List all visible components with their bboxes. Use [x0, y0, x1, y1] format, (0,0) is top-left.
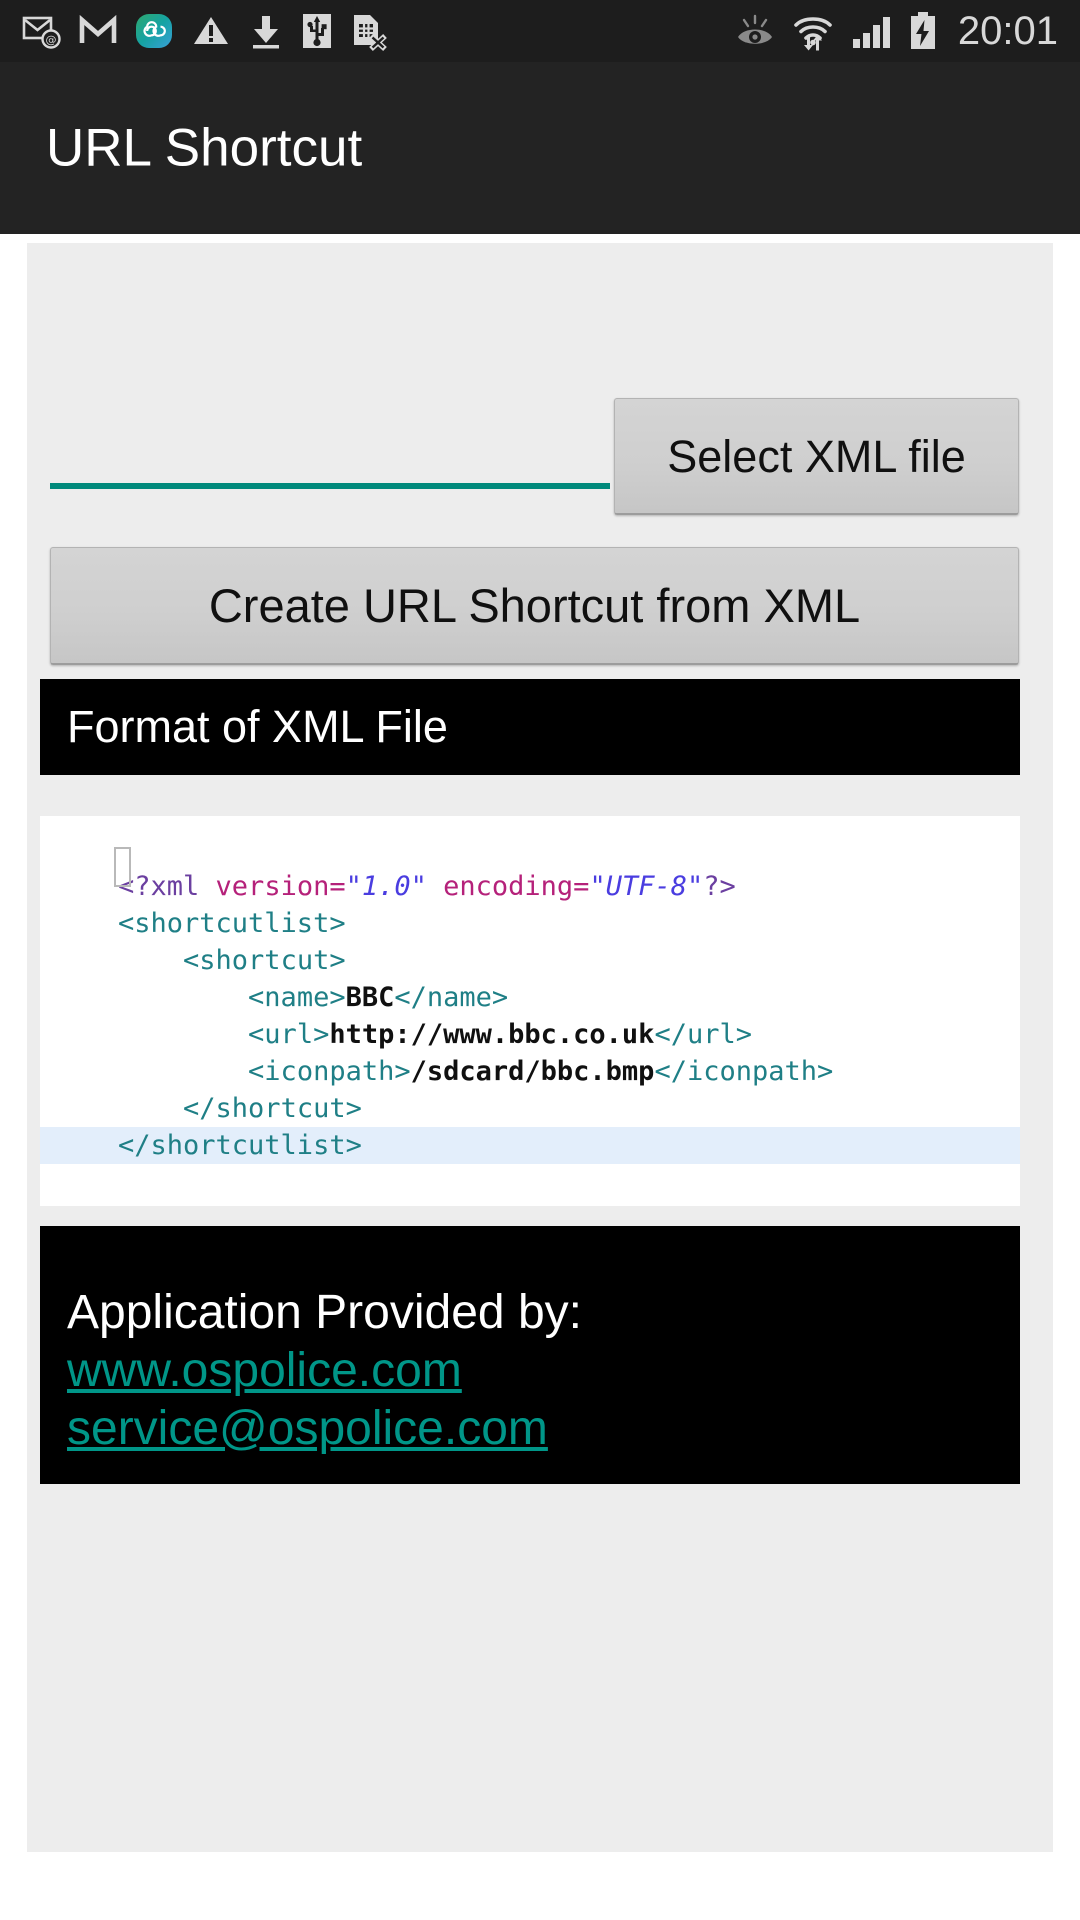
code-line: </shortcut>: [40, 1090, 1020, 1127]
code-token: version=: [215, 871, 346, 902]
content-panel: Select XML file Create URL Shortcut from…: [27, 243, 1053, 1852]
app-action-bar: URL Shortcut: [0, 62, 1080, 234]
status-bar-notification-icons: @: [22, 11, 388, 51]
code-token: </name>: [394, 982, 509, 1013]
code-token: http://www.bbc.co.uk: [329, 1019, 655, 1050]
code-token: </iconpath>: [654, 1056, 834, 1087]
format-section-header: Format of XML File: [40, 679, 1020, 775]
file-path-field-wrapper: [50, 421, 610, 495]
code-token: BBC: [345, 982, 395, 1013]
code-line: <?xml version="1.0" encoding="UTF-8"?>: [40, 868, 1020, 905]
code-line: <shortcut>: [40, 942, 1020, 979]
code-fold-marker-icon[interactable]: [114, 847, 131, 887]
code-line: <shortcutlist>: [40, 905, 1020, 942]
code-token: <url>: [248, 1019, 330, 1050]
code-token: "1.0": [345, 871, 427, 902]
cellular-signal-icon: [852, 17, 890, 48]
code-token: <shortcutlist>: [118, 908, 346, 939]
provider-website-link[interactable]: www.ospolice.com: [67, 1342, 462, 1400]
provider-email-link[interactable]: service@ospolice.com: [67, 1400, 548, 1458]
status-bar-clock: 20:01: [957, 9, 1058, 53]
file-path-input[interactable]: [50, 421, 610, 489]
page-title: URL Shortcut: [46, 118, 363, 178]
code-token: <name>: [248, 982, 346, 1013]
svg-text:@: @: [46, 34, 57, 47]
unread-email-icon: @: [22, 16, 61, 49]
code-line: <name>BBC</name>: [40, 979, 1020, 1016]
code-token: "UTF-8": [589, 871, 704, 902]
code-token: <shortcut>: [183, 945, 346, 976]
code-token: <?xml: [118, 871, 216, 902]
page-body: Select XML file Create URL Shortcut from…: [0, 234, 1080, 1920]
smart-stay-eye-icon: [737, 14, 772, 44]
usb-connected-icon: [303, 14, 331, 48]
code-token: </url>: [654, 1019, 752, 1050]
code-token: /sdcard/bbc.bmp: [410, 1056, 655, 1087]
code-line: </shortcutlist>: [40, 1127, 1020, 1164]
wifi-data-transfer-icon: [794, 17, 832, 51]
gmail-icon: [79, 14, 117, 43]
download-icon: [253, 16, 279, 49]
file-selection-row: Select XML file: [27, 243, 1053, 538]
xml-code-block: <?xml version="1.0" encoding="UTF-8"?> <s…: [40, 868, 1020, 1164]
code-token: </shortcut>: [183, 1093, 362, 1124]
warning-triangle-icon: [194, 17, 228, 44]
provider-footer-content: Application Provided by: www.ospolice.co…: [67, 1284, 967, 1458]
code-token: </shortcutlist>: [118, 1130, 362, 1161]
code-token: <iconpath>: [248, 1056, 411, 1087]
infinity-app-icon: [136, 14, 172, 48]
code-token: ?>: [703, 871, 736, 902]
code-token: encoding=: [426, 871, 590, 902]
no-sim-card-icon: [354, 15, 387, 51]
select-xml-file-button[interactable]: Select XML file: [614, 398, 1019, 515]
code-line: <url>http://www.bbc.co.uk</url>: [40, 1016, 1020, 1053]
battery-charging-icon: [910, 12, 935, 49]
code-line: <iconpath>/sdcard/bbc.bmp</iconpath>: [40, 1053, 1020, 1090]
status-bar: @ 20:01: [0, 0, 1080, 62]
format-section-header-label: Format of XML File: [67, 701, 448, 752]
create-url-shortcut-button[interactable]: Create URL Shortcut from XML: [50, 547, 1019, 665]
xml-format-example-card: <?xml version="1.0" encoding="UTF-8"?> <s…: [40, 816, 1020, 1206]
status-bar-system-icons: 20:01: [734, 0, 1058, 62]
provider-footer-card: Application Provided by: www.ospolice.co…: [40, 1226, 1020, 1484]
provider-footer-title: Application Provided by:: [67, 1286, 582, 1339]
